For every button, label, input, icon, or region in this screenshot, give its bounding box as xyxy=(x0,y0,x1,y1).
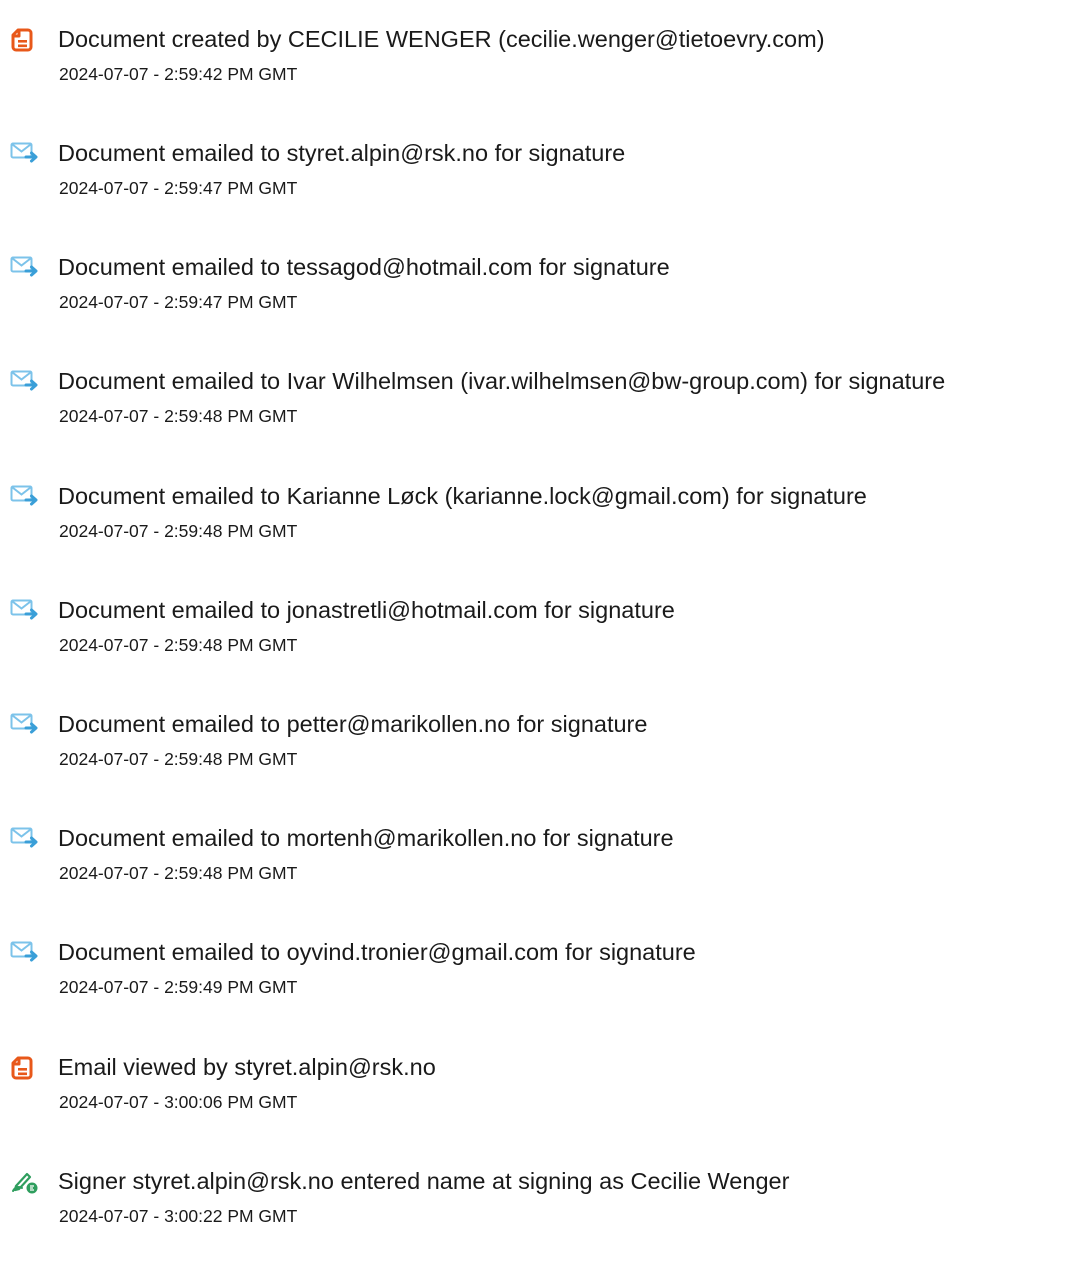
event-timestamp: 2024-07-07 - 2:59:48 PM GMT xyxy=(59,863,298,883)
event-text: Document created by CECILIE WENGER (ceci… xyxy=(58,26,825,52)
signature-pen-icon xyxy=(10,1169,40,1195)
log-entry: Document emailed to Ivar Wilhelmsen (iva… xyxy=(0,368,1066,469)
log-entry: Document emailed to jonastretli@hotmail.… xyxy=(0,597,1066,698)
email-sent-icon xyxy=(10,484,40,510)
event-timestamp: 2024-07-07 - 2:59:48 PM GMT xyxy=(59,406,298,426)
log-entry: Signer styret.alpin@rsk.no entered name … xyxy=(0,1168,1066,1269)
event-timestamp: 2024-07-07 - 2:59:47 PM GMT xyxy=(59,292,298,312)
event-timestamp: 2024-07-07 - 3:00:06 PM GMT xyxy=(59,1092,298,1112)
email-sent-icon xyxy=(10,826,40,852)
event-text: Email viewed by styret.alpin@rsk.no xyxy=(58,1054,436,1080)
document-icon xyxy=(10,1055,40,1081)
event-timestamp: 2024-07-07 - 2:59:48 PM GMT xyxy=(59,635,298,655)
email-sent-icon xyxy=(10,712,40,738)
log-entry: Document emailed to Karianne Løck (karia… xyxy=(0,483,1066,584)
document-icon xyxy=(10,27,40,53)
log-entry: Document emailed to styret.alpin@rsk.no … xyxy=(0,140,1066,241)
log-entry: Email viewed by styret.alpin@rsk.no 2024… xyxy=(0,1054,1066,1155)
log-entry: Document emailed to petter@marikollen.no… xyxy=(0,711,1066,812)
event-timestamp: 2024-07-07 - 2:59:48 PM GMT xyxy=(59,521,298,541)
event-text: Document emailed to tessagod@hotmail.com… xyxy=(58,254,670,280)
event-timestamp: 2024-07-07 - 2:59:48 PM GMT xyxy=(59,749,298,769)
audit-log: Document created by CECILIE WENGER (ceci… xyxy=(0,0,1066,1226)
event-text: Document emailed to petter@marikollen.no… xyxy=(58,711,648,737)
event-text: Signer styret.alpin@rsk.no entered name … xyxy=(58,1168,790,1194)
email-sent-icon xyxy=(10,255,40,281)
email-sent-icon xyxy=(10,940,40,966)
log-entry: Document emailed to tessagod@hotmail.com… xyxy=(0,254,1066,355)
email-sent-icon xyxy=(10,369,40,395)
event-text: Document emailed to jonastretli@hotmail.… xyxy=(58,597,675,623)
event-text: Document emailed to styret.alpin@rsk.no … xyxy=(58,140,626,166)
event-text: Document emailed to Ivar Wilhelmsen (iva… xyxy=(58,368,946,394)
log-entry: Document created by CECILIE WENGER (ceci… xyxy=(0,26,1066,127)
log-entry: Document emailed to oyvind.tronier@gmail… xyxy=(0,939,1066,1040)
event-timestamp: 2024-07-07 - 2:59:42 PM GMT xyxy=(59,64,298,84)
log-entry: Document emailed to mortenh@marikollen.n… xyxy=(0,825,1066,926)
event-text: Document emailed to mortenh@marikollen.n… xyxy=(58,825,674,851)
event-timestamp: 2024-07-07 - 2:59:47 PM GMT xyxy=(59,178,298,198)
event-text: Document emailed to oyvind.tronier@gmail… xyxy=(58,939,696,965)
event-timestamp: 2024-07-07 - 2:59:49 PM GMT xyxy=(59,977,298,997)
email-sent-icon xyxy=(10,141,40,167)
email-sent-icon xyxy=(10,598,40,624)
event-text: Document emailed to Karianne Løck (karia… xyxy=(58,483,867,509)
